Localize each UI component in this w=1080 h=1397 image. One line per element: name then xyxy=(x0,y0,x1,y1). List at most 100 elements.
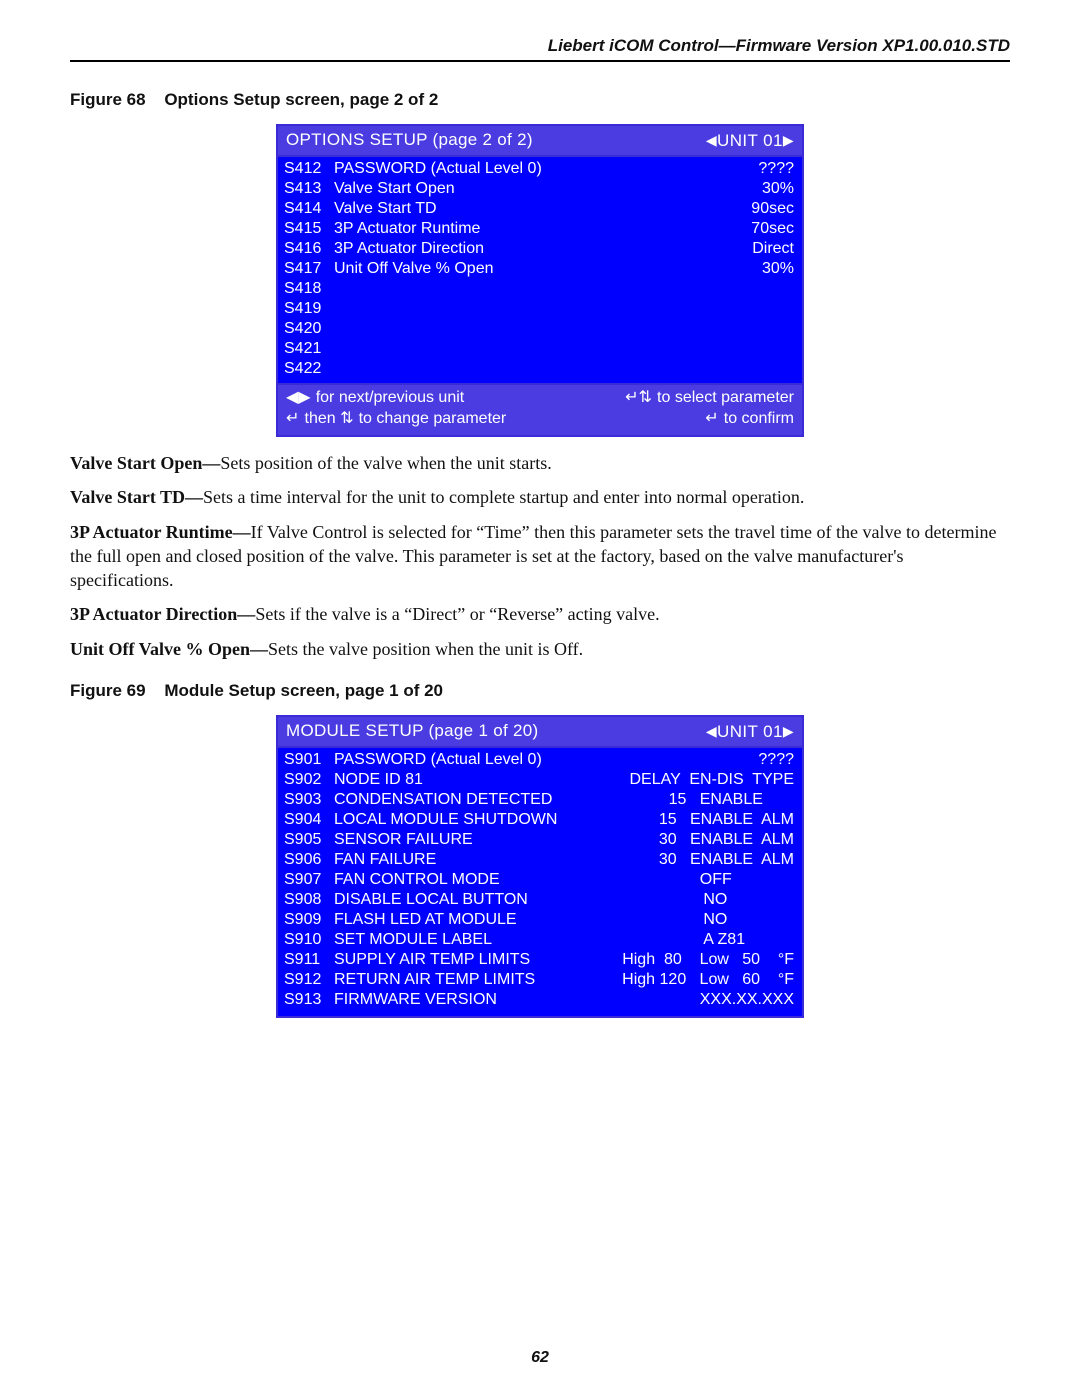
description-text: Sets the valve position when the unit is… xyxy=(268,639,583,659)
param-code: S412 xyxy=(284,159,334,179)
param-value: ???? xyxy=(758,750,800,770)
param-row[interactable]: S417Unit Off Valve % Open30% xyxy=(284,259,794,279)
screen-title-bar: MODULE SETUP (page 1 of 20) ◀UNIT 01▶ xyxy=(278,717,802,748)
enter-icon: ↵ xyxy=(705,408,724,427)
footer-hint: ◀▶ for next/previous unit xyxy=(286,387,464,408)
param-code: S417 xyxy=(284,259,334,279)
param-row[interactable]: S908DISABLE LOCAL BUTTON NO xyxy=(282,890,800,910)
param-row[interactable]: S418 xyxy=(284,279,794,299)
param-label: SET MODULE LABEL xyxy=(334,930,492,950)
param-code: S413 xyxy=(284,179,334,199)
param-label: 3P Actuator Direction xyxy=(334,239,484,259)
figure-title: Options Setup screen, page 2 of 2 xyxy=(164,90,438,109)
figure-caption: Figure 69 Module Setup screen, page 1 of… xyxy=(70,681,1010,701)
param-value xyxy=(788,279,794,299)
param-row[interactable]: S913FIRMWARE VERSIONXXX.XX.XXX xyxy=(282,990,800,1010)
param-code: S909 xyxy=(282,910,334,930)
param-value: Direct xyxy=(746,239,794,259)
param-value xyxy=(788,339,794,359)
up-down-icon: ⇅ xyxy=(639,387,658,406)
param-value: 15 ENABLE xyxy=(669,790,800,810)
param-row[interactable]: S901PASSWORD (Actual Level 0)???? xyxy=(282,750,800,770)
param-label: SUPPLY AIR TEMP LIMITS xyxy=(334,950,530,970)
module-setup-screen: MODULE SETUP (page 1 of 20) ◀UNIT 01▶ S9… xyxy=(276,715,804,1018)
param-row[interactable]: S905SENSOR FAILURE30 ENABLE ALM xyxy=(282,830,800,850)
param-value: 30 ENABLE ALM xyxy=(659,830,800,850)
description-term: 3P Actuator Direction— xyxy=(70,604,255,624)
param-label: DISABLE LOCAL BUTTON xyxy=(334,890,528,910)
footer-hint: ↵ then ⇅ to change parameter xyxy=(286,408,506,429)
param-row[interactable]: S420 xyxy=(284,319,794,339)
param-value: 90sec xyxy=(745,199,794,219)
param-value: 70sec xyxy=(745,219,794,239)
param-row[interactable]: S911SUPPLY AIR TEMP LIMITS High 80 Low 50… xyxy=(282,950,800,970)
param-row[interactable]: S903CONDENSATION DETECTED15 ENABLE xyxy=(282,790,800,810)
param-row[interactable]: S412PASSWORD (Actual Level 0)???? xyxy=(284,159,794,179)
param-value xyxy=(788,319,794,339)
triangle-right-icon: ▶ xyxy=(783,721,794,741)
param-label: NODE ID 81 xyxy=(334,770,423,790)
param-label: Valve Start Open xyxy=(334,179,455,199)
param-value: NO xyxy=(703,890,800,910)
description-paragraph: Unit Off Valve % Open—Sets the valve pos… xyxy=(70,637,1010,661)
description-text: Sets a time interval for the unit to com… xyxy=(203,487,804,507)
param-value: DELAY EN-DIS TYPE xyxy=(630,770,801,790)
description-text: Sets position of the valve when the unit… xyxy=(220,453,551,473)
description-paragraph: 3P Actuator Direction—Sets if the valve … xyxy=(70,602,1010,626)
param-code: S420 xyxy=(284,319,334,339)
param-code: S415 xyxy=(284,219,334,239)
screen-title: MODULE SETUP (page 1 of 20) xyxy=(286,721,539,742)
param-code: S901 xyxy=(282,750,334,770)
param-code: S907 xyxy=(282,870,334,890)
param-row[interactable]: S419 xyxy=(284,299,794,319)
param-row[interactable]: S413Valve Start Open30% xyxy=(284,179,794,199)
param-row[interactable]: S4163P Actuator Direction Direct xyxy=(284,239,794,259)
footer-hint: ↵ to confirm xyxy=(705,408,794,429)
param-value: 30 ENABLE ALM xyxy=(659,850,800,870)
param-code: S421 xyxy=(284,339,334,359)
param-code: S908 xyxy=(282,890,334,910)
param-row[interactable]: S414Valve Start TD90sec xyxy=(284,199,794,219)
param-row[interactable]: S909FLASH LED AT MODULENO xyxy=(282,910,800,930)
screen-body: S901PASSWORD (Actual Level 0)????S902NOD… xyxy=(278,748,802,1016)
triangle-left-icon: ◀ xyxy=(706,721,717,741)
param-code: S905 xyxy=(282,830,334,850)
param-label: PASSWORD (Actual Level 0) xyxy=(334,750,542,770)
param-value: ???? xyxy=(752,159,794,179)
running-header: Liebert iCOM Control—Firmware Version XP… xyxy=(70,36,1010,62)
param-code: S418 xyxy=(284,279,334,299)
description-term: Valve Start TD— xyxy=(70,487,203,507)
param-row[interactable]: S4153P Actuator Runtime 70sec xyxy=(284,219,794,239)
description-term: Unit Off Valve % Open— xyxy=(70,639,268,659)
param-value: OFF xyxy=(700,870,800,890)
description-block: Valve Start Open—Sets position of the va… xyxy=(70,451,1010,661)
param-code: S912 xyxy=(282,970,334,990)
param-label: Unit Off Valve % Open xyxy=(334,259,493,279)
param-row[interactable]: S902NODE ID 81DELAY EN-DIS TYPE xyxy=(282,770,800,790)
param-label: FLASH LED AT MODULE xyxy=(334,910,517,930)
unit-indicator[interactable]: ◀UNIT 01▶ xyxy=(706,130,794,151)
param-row[interactable]: S912RETURN AIR TEMP LIMITSHigh 120 Low 6… xyxy=(282,970,800,990)
param-row[interactable]: S907FAN CONTROL MODE OFF xyxy=(282,870,800,890)
param-label: 3P Actuator Runtime xyxy=(334,219,480,239)
param-row[interactable]: S906FAN FAILURE30 ENABLE ALM xyxy=(282,850,800,870)
param-row[interactable]: S910SET MODULE LABELA Z81 xyxy=(282,930,800,950)
footer-hint: ↵⇅ to select parameter xyxy=(625,387,794,408)
param-value: XXX.XX.XXX xyxy=(700,990,800,1010)
param-value: High 80 Low 50 °F xyxy=(622,950,800,970)
options-setup-screen: OPTIONS SETUP (page 2 of 2) ◀UNIT 01▶ S4… xyxy=(276,124,804,437)
param-label: FAN CONTROL MODE xyxy=(334,870,500,890)
page-number: 62 xyxy=(0,1349,1080,1367)
param-code: S911 xyxy=(282,950,334,970)
unit-indicator[interactable]: ◀UNIT 01▶ xyxy=(706,721,794,742)
param-label: CONDENSATION DETECTED xyxy=(334,790,552,810)
param-row[interactable]: S421 xyxy=(284,339,794,359)
param-row[interactable]: S422 xyxy=(284,359,794,379)
figure-caption: Figure 68 Options Setup screen, page 2 o… xyxy=(70,90,1010,110)
description-term: Valve Start Open— xyxy=(70,453,220,473)
description-text: Sets if the valve is a “Direct” or “Reve… xyxy=(255,604,659,624)
unit-label: UNIT 01 xyxy=(717,131,783,150)
param-code: S416 xyxy=(284,239,334,259)
param-row[interactable]: S904LOCAL MODULE SHUTDOWN15 ENABLE ALM xyxy=(282,810,800,830)
param-label: Valve Start TD xyxy=(334,199,437,219)
